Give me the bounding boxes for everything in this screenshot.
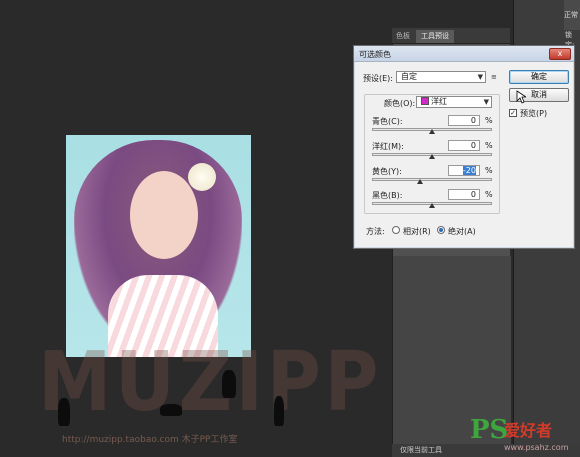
close-icon: x — [557, 49, 563, 58]
blend-mode-label: 正常 — [564, 11, 578, 19]
current-tool-only-checkbox-label[interactable]: 仅限当前工具 — [400, 446, 442, 454]
dialog-title: 可选颜色 — [359, 50, 391, 59]
silhouette-figure — [222, 370, 236, 398]
cyan-value: 0 — [470, 116, 476, 125]
portrait-photo — [66, 135, 251, 357]
preset-select[interactable]: 自定 ▼ — [396, 71, 486, 83]
magenta-slider-thumb[interactable] — [429, 154, 435, 159]
magenta-input[interactable]: 0 — [448, 140, 480, 151]
black-input[interactable]: 0 — [448, 189, 480, 200]
slider-label-cyan: 青色(C): — [372, 117, 403, 126]
preset-value: 自定 — [401, 72, 417, 81]
color-label: 颜色(O): — [384, 99, 416, 108]
preview-checkbox[interactable]: ✓ — [509, 109, 517, 117]
percent-unit: % — [485, 141, 493, 150]
watermark-url: http://muzipp.taobao.com 木子PP工作室 — [62, 435, 238, 445]
absolute-radio[interactable] — [437, 226, 445, 234]
percent-unit: % — [485, 166, 493, 175]
cyan-slider-thumb[interactable] — [429, 129, 435, 134]
black-slider-thumb[interactable] — [429, 203, 435, 208]
silhouette-figure — [160, 404, 182, 416]
percent-unit: % — [485, 190, 493, 199]
photo-flower — [188, 163, 216, 191]
slider-label-yellow: 黄色(Y): — [372, 167, 402, 176]
magenta-value: 0 — [470, 141, 476, 150]
preset-menu-icon[interactable]: ≡ — [491, 73, 497, 81]
slider-label-magenta: 洋红(M): — [372, 142, 404, 151]
selective-color-dialog: 可选颜色 x 预设(E): 自定 ▼ ≡ 确定 取消 ✓ 预览(P) 颜色(O)… — [353, 45, 575, 249]
yellow-slider-thumb[interactable] — [417, 179, 423, 184]
dialog-titlebar[interactable]: 可选颜色 x — [354, 46, 574, 62]
percent-unit: % — [485, 116, 493, 125]
method-label: 方法: — [366, 227, 385, 236]
logo-cn-text: 爱好者 — [504, 421, 553, 440]
silhouette-figure — [274, 396, 284, 426]
yellow-input[interactable]: -20 — [448, 165, 480, 176]
yellow-value: -20 — [462, 166, 476, 175]
logo-url-text: www.psahz.com — [504, 443, 569, 452]
preset-label: 预设(E): — [363, 74, 393, 83]
relative-radio[interactable] — [392, 226, 400, 234]
mouse-cursor-icon — [516, 90, 526, 104]
yellow-slider-track[interactable] — [372, 178, 492, 181]
black-value: 0 — [470, 190, 476, 199]
watermark-text: MUZIPP — [38, 335, 383, 430]
chevron-down-icon: ▼ — [477, 73, 483, 81]
color-swatch — [421, 97, 429, 105]
site-logo: PS 爱好者 www.psahz.com — [470, 416, 580, 457]
absolute-radio-label[interactable]: 绝对(A) — [448, 226, 476, 237]
silhouette-figure — [58, 398, 70, 426]
slider-label-black: 黑色(B): — [372, 191, 403, 200]
close-button[interactable]: x — [549, 48, 571, 60]
relative-radio-label[interactable]: 相对(R) — [403, 226, 431, 237]
color-value: 洋红 — [431, 97, 447, 106]
tab-swatches[interactable]: 色板 — [396, 31, 410, 41]
chevron-down-icon: ▼ — [483, 98, 489, 106]
cyan-input[interactable]: 0 — [448, 115, 480, 126]
ok-button[interactable]: 确定 — [509, 70, 569, 84]
tab-tool-presets[interactable]: 工具预设 — [416, 30, 454, 43]
photo-face — [130, 171, 198, 259]
preview-label: 预览(P) — [520, 109, 548, 118]
logo-ps-text: PS — [470, 415, 509, 445]
panel-tabs: 色板 工具预设 — [392, 28, 510, 44]
color-select[interactable]: 洋红 ▼ — [416, 96, 492, 108]
